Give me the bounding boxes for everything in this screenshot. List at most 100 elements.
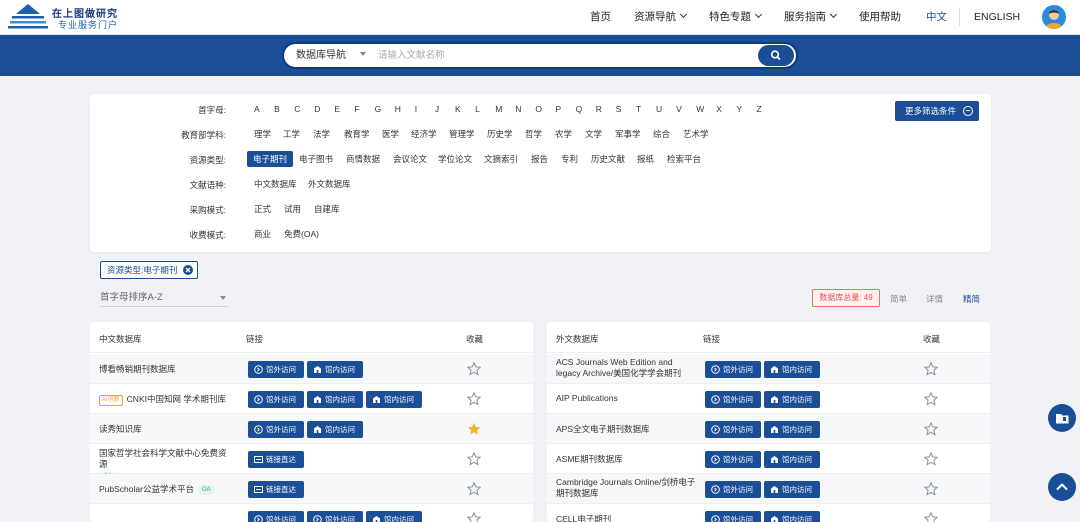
filter-letter-b[interactable]: B (274, 101, 280, 117)
database-name[interactable]: PubScholar公益学术平台 OA (99, 483, 215, 495)
onsite-access-button[interactable]: 馆内访问 (307, 391, 363, 408)
sort-select[interactable]: 首字母排序A-Z (100, 291, 228, 307)
filter-option[interactable]: 综合 (653, 126, 670, 142)
filter-option[interactable]: 教育学 (344, 126, 370, 142)
filter-option[interactable]: 医学 (382, 126, 399, 142)
onsite-access-button[interactable]: 馆内访问 (764, 361, 820, 378)
filter-option[interactable]: 理学 (254, 126, 271, 142)
star-outline-icon[interactable] (466, 391, 482, 406)
filter-option[interactable]: 历史文献 (591, 151, 625, 167)
star-outline-icon[interactable] (466, 451, 482, 466)
offsite-access-button[interactable]: 馆外访问 (705, 391, 761, 408)
filter-letter-x[interactable]: X (716, 101, 722, 117)
filter-option[interactable]: 检索平台 (667, 151, 701, 167)
filter-option[interactable]: 管理学 (449, 126, 475, 142)
offsite-access-button[interactable]: 馆外访问 (705, 361, 761, 378)
offsite-access-button[interactable]: 馆外访问 (705, 481, 761, 498)
database-name[interactable]: 读秀知识库 (99, 423, 142, 435)
filter-option[interactable]: 工学 (283, 126, 300, 142)
offsite-access-button[interactable]: 馆外访问 (248, 421, 304, 438)
filter-letter-u[interactable]: U (656, 101, 662, 117)
more-filters-button[interactable]: 更多筛选条件 (895, 101, 979, 121)
filter-letter-h[interactable]: H (395, 101, 401, 117)
database-name[interactable]: Cambridge Journals Online/剑桥电子期刊数据库 (556, 477, 696, 499)
offsite-access-button[interactable]: 馆外访问 (248, 361, 304, 378)
filter-option[interactable]: 报告 (531, 151, 548, 167)
nav-services[interactable]: 服务指南 (784, 0, 838, 35)
close-icon[interactable] (183, 265, 194, 275)
filter-letter-w[interactable]: W (696, 101, 704, 117)
onsite-access-button[interactable]: 馆内访问 (764, 481, 820, 498)
onsite-access-button[interactable]: 馆内访问 (764, 391, 820, 408)
onsite-access-button[interactable]: 馆内访问 (764, 451, 820, 468)
filter-letter-t[interactable]: T (636, 101, 641, 117)
filter-option-selected[interactable]: 电子期刊 (247, 151, 294, 167)
filter-letter-i[interactable]: I (415, 101, 417, 117)
filter-option[interactable]: 文摘索引 (484, 151, 518, 167)
star-outline-icon[interactable] (923, 451, 939, 466)
search-category-select[interactable]: 数据库导航 (296, 44, 366, 67)
filter-letter-j[interactable]: J (435, 101, 439, 117)
database-name[interactable]: 博看畅销期刊数据库 (99, 363, 176, 375)
offsite-access-button[interactable]: 馆外访问 (248, 391, 304, 408)
filter-letter-k[interactable]: K (455, 101, 461, 117)
filter-option[interactable]: 专利 (561, 151, 578, 167)
nav-lang-chinese[interactable]: 中文 (926, 0, 947, 35)
direct-link-button[interactable]: 链接直达 (248, 481, 304, 498)
onsite-access-button[interactable]: 馆内访问 (307, 421, 363, 438)
filter-letter-f[interactable]: F (355, 101, 360, 117)
filter-letter-q[interactable]: Q (576, 101, 583, 117)
active-filter-tag[interactable]: 资源类型:电子期刊 (100, 261, 199, 279)
star-outline-icon[interactable] (923, 361, 939, 376)
filter-option[interactable]: 法学 (313, 126, 330, 142)
filter-option[interactable]: 中文数据库 (254, 176, 297, 192)
nav-resources[interactable]: 资源导航 (634, 0, 688, 35)
floating-library-button[interactable] (1048, 404, 1076, 432)
filter-letter-g[interactable]: G (375, 101, 382, 117)
database-name[interactable]: CELL电子期刊 (556, 513, 611, 522)
direct-link-button[interactable]: 链接直达 (248, 451, 304, 468)
database-name[interactable]: AI创新 CNKI中国知网 学术期刊库 (99, 393, 226, 406)
filter-letter-z[interactable]: Z (757, 101, 762, 117)
database-name[interactable]: APS全文电子期刊数据库 (556, 423, 650, 435)
filter-letter-m[interactable]: M (495, 101, 502, 117)
filter-option[interactable]: 经济学 (411, 126, 437, 142)
filter-option[interactable]: 正式 (254, 201, 271, 217)
star-outline-icon[interactable] (466, 511, 482, 522)
star-outline-icon[interactable] (923, 421, 939, 436)
filter-letter-r[interactable]: R (596, 101, 602, 117)
filter-option[interactable]: 电子图书 (299, 151, 333, 167)
user-avatar[interactable] (1042, 5, 1066, 29)
filter-option[interactable]: 试用 (284, 201, 301, 217)
filter-letter-c[interactable]: C (294, 101, 300, 117)
offsite-access-button[interactable]: 馆外访问 (705, 451, 761, 468)
nav-home[interactable]: 首页 (590, 0, 611, 35)
nav-features[interactable]: 特色专题 (709, 0, 763, 35)
onsite-access-button[interactable]: 馆内访问 (764, 421, 820, 438)
back-to-top-button[interactable] (1048, 473, 1076, 501)
star-outline-icon[interactable] (466, 361, 482, 376)
star-outline-icon[interactable] (923, 481, 939, 496)
filter-option[interactable]: 艺术学 (683, 126, 709, 142)
view-mode-simple[interactable]: 简单 (890, 293, 907, 305)
view-mode-compact[interactable]: 精简 (963, 293, 980, 305)
filter-option[interactable]: 会议论文 (393, 151, 427, 167)
filter-letter-e[interactable]: E (334, 101, 340, 117)
database-name[interactable]: ASME期刊数据库 (556, 453, 623, 465)
filter-letter-a[interactable]: A (254, 101, 260, 117)
filter-option[interactable]: 商情数据 (346, 151, 380, 167)
filter-option[interactable]: 商业 (254, 226, 271, 242)
filter-letter-l[interactable]: L (475, 101, 480, 117)
filter-option[interactable]: 农学 (555, 126, 572, 142)
onsite-access-button[interactable]: 馆内访问 (366, 391, 422, 408)
filter-option[interactable]: 文学 (585, 126, 602, 142)
view-mode-detail[interactable]: 详情 (926, 293, 943, 305)
site-logo[interactable]: 在上图做研究 专业服务门户 (6, 2, 117, 32)
nav-lang-english[interactable]: ENGLISH (974, 0, 1020, 35)
nav-help[interactable]: 使用帮助 (859, 0, 901, 35)
filter-letter-s[interactable]: S (616, 101, 622, 117)
filter-option[interactable]: 报纸 (637, 151, 654, 167)
filter-option[interactable]: 军事学 (615, 126, 641, 142)
star-outline-icon[interactable] (923, 511, 939, 522)
filter-option[interactable]: 哲学 (525, 126, 542, 142)
